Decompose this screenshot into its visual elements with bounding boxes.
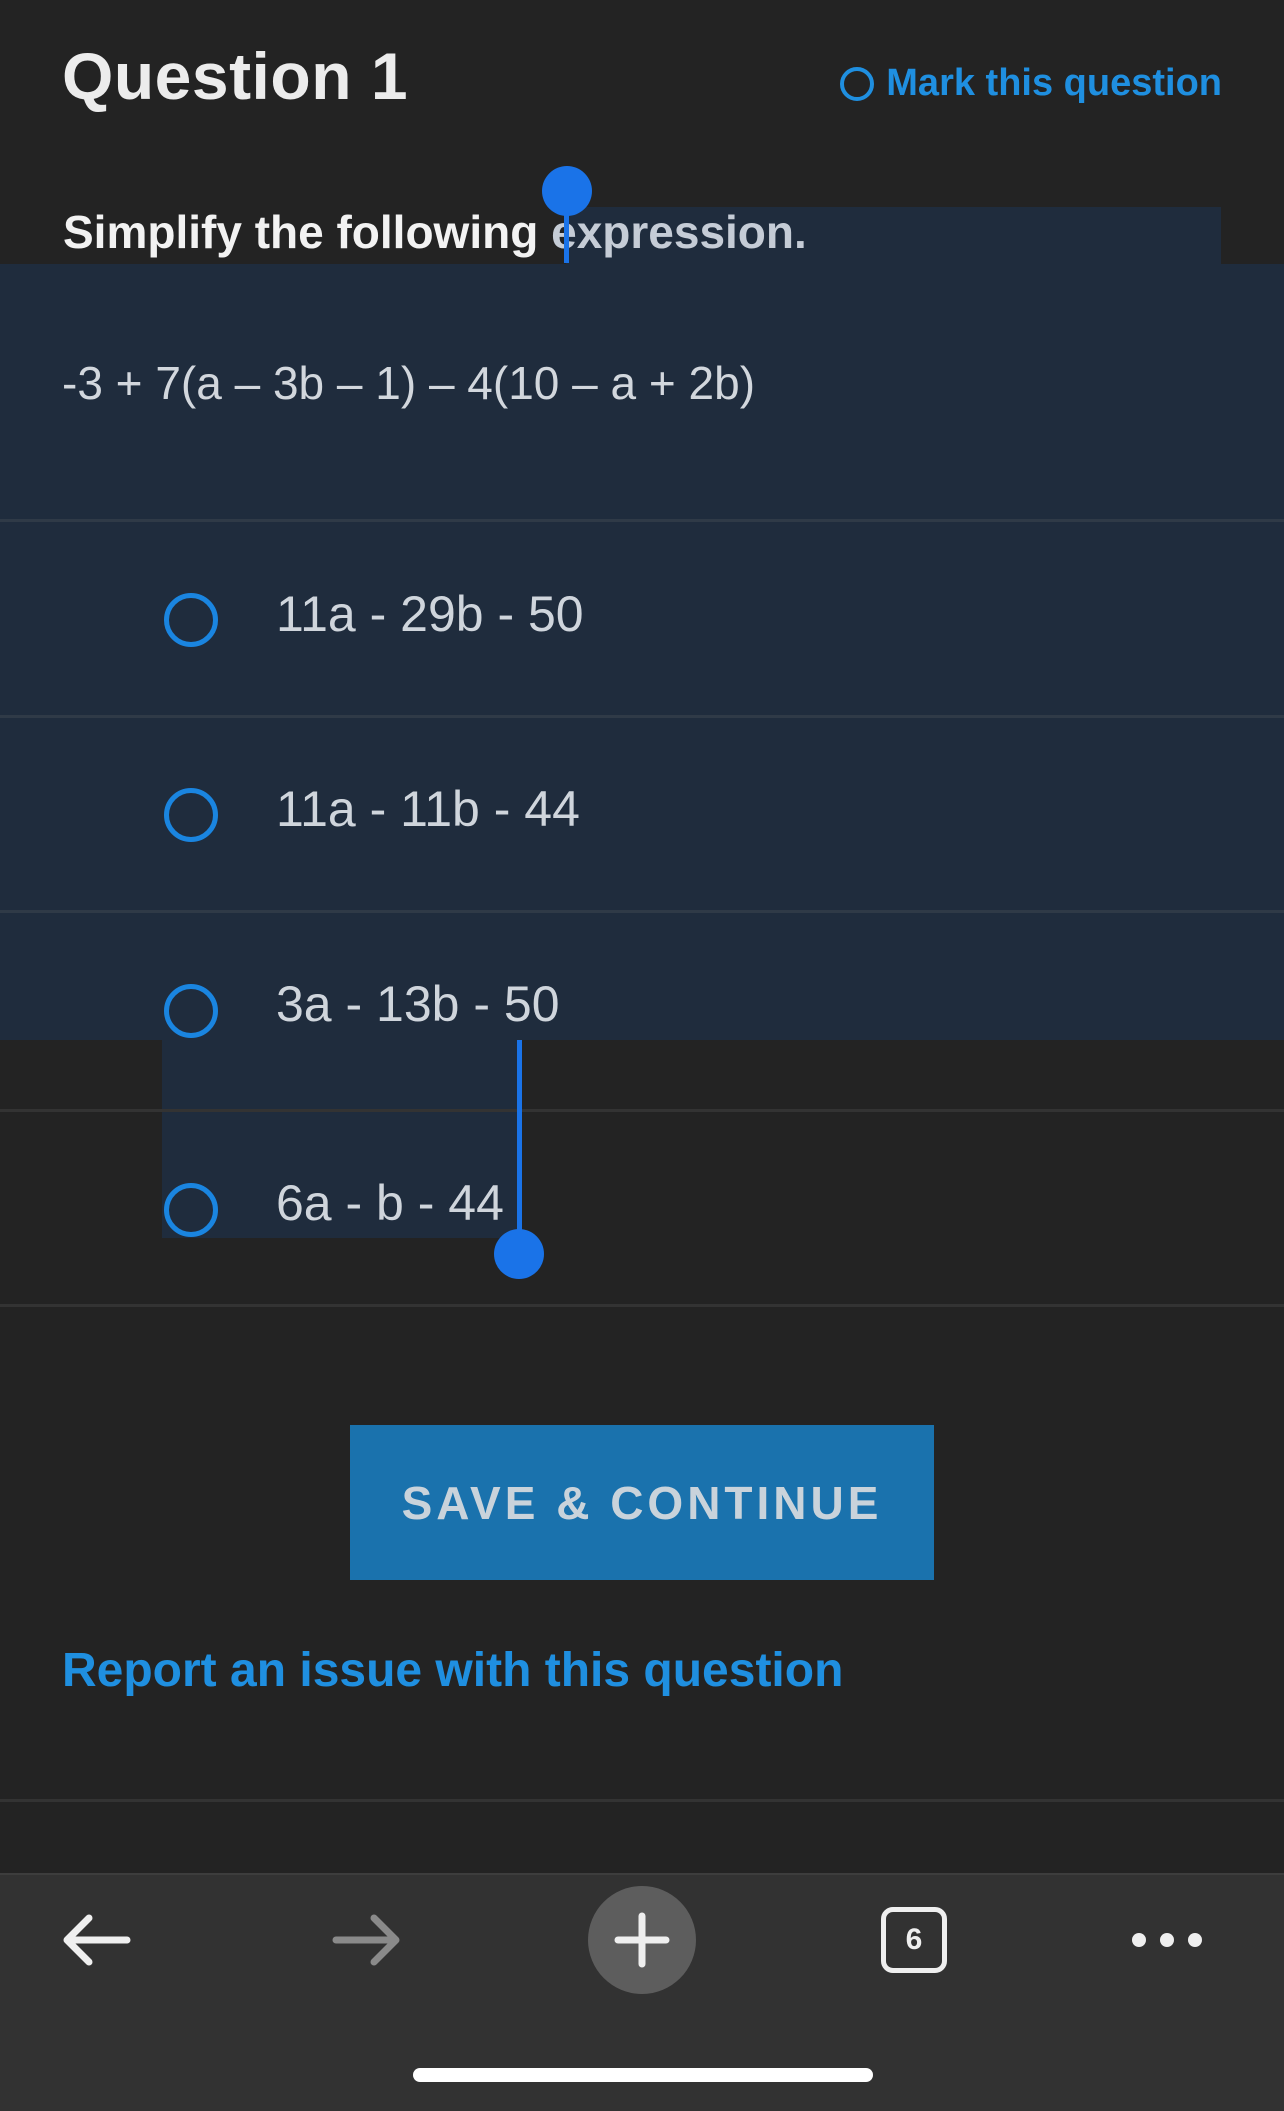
report-issue-link[interactable]: Report an issue with this question xyxy=(62,1643,843,1698)
answer-label: 6a - b - 44 xyxy=(276,1175,504,1231)
prompt-text: Simplify the following xyxy=(63,206,552,258)
tabs-icon: 6 xyxy=(881,1907,947,1973)
selection-end-handle-knob[interactable] xyxy=(494,1229,544,1279)
question-prompt: Simplify the following expression. xyxy=(63,205,807,259)
tabs-button[interactable]: 6 xyxy=(844,1875,984,2005)
selection-start-handle-knob[interactable] xyxy=(542,166,592,216)
selection-end-handle[interactable] xyxy=(517,1040,522,1240)
forward-arrow-icon xyxy=(332,1914,400,1966)
prompt-selected-text: expression. xyxy=(551,206,807,258)
back-arrow-icon xyxy=(63,1914,131,1966)
new-tab-plus-icon xyxy=(614,1912,670,1968)
more-button[interactable] xyxy=(1097,1875,1237,2005)
answer-option-2[interactable]: 11a - 11b - 44 xyxy=(0,718,1284,908)
radio-button[interactable] xyxy=(164,593,218,647)
tab-count: 6 xyxy=(905,1923,923,1956)
math-expression: -3 + 7(a – 3b – 1) – 4(10 – a + 2b) xyxy=(62,357,756,409)
answer-option-1[interactable]: 11a - 29b - 50 xyxy=(0,522,1284,712)
answer-option-3[interactable]: 3a - 13b - 50 xyxy=(0,913,1284,1103)
new-tab-button[interactable] xyxy=(572,1875,712,2005)
mark-question-label: Mark this question xyxy=(886,62,1222,104)
radio-button[interactable] xyxy=(164,788,218,842)
save-continue-button[interactable]: SAVE & CONTINUE xyxy=(350,1425,934,1580)
forward-button[interactable] xyxy=(298,1875,438,2005)
answer-label: 3a - 13b - 50 xyxy=(276,976,560,1032)
question-title: Question 1 xyxy=(62,39,409,113)
plus-circle xyxy=(588,1886,696,1994)
answer-label: 11a - 29b - 50 xyxy=(276,586,584,642)
divider xyxy=(0,1799,1284,1802)
more-icon xyxy=(1132,1933,1202,1947)
divider xyxy=(0,1304,1284,1307)
mark-question-button[interactable]: Mark this question xyxy=(840,62,1222,105)
answer-option-4[interactable]: 6a - b - 44 xyxy=(0,1112,1284,1302)
radio-button[interactable] xyxy=(164,984,218,1038)
answer-label: 11a - 11b - 44 xyxy=(276,781,580,837)
back-button[interactable] xyxy=(25,1875,165,2005)
circle-icon xyxy=(840,66,875,101)
radio-button[interactable] xyxy=(164,1183,218,1237)
home-indicator xyxy=(413,2068,873,2082)
